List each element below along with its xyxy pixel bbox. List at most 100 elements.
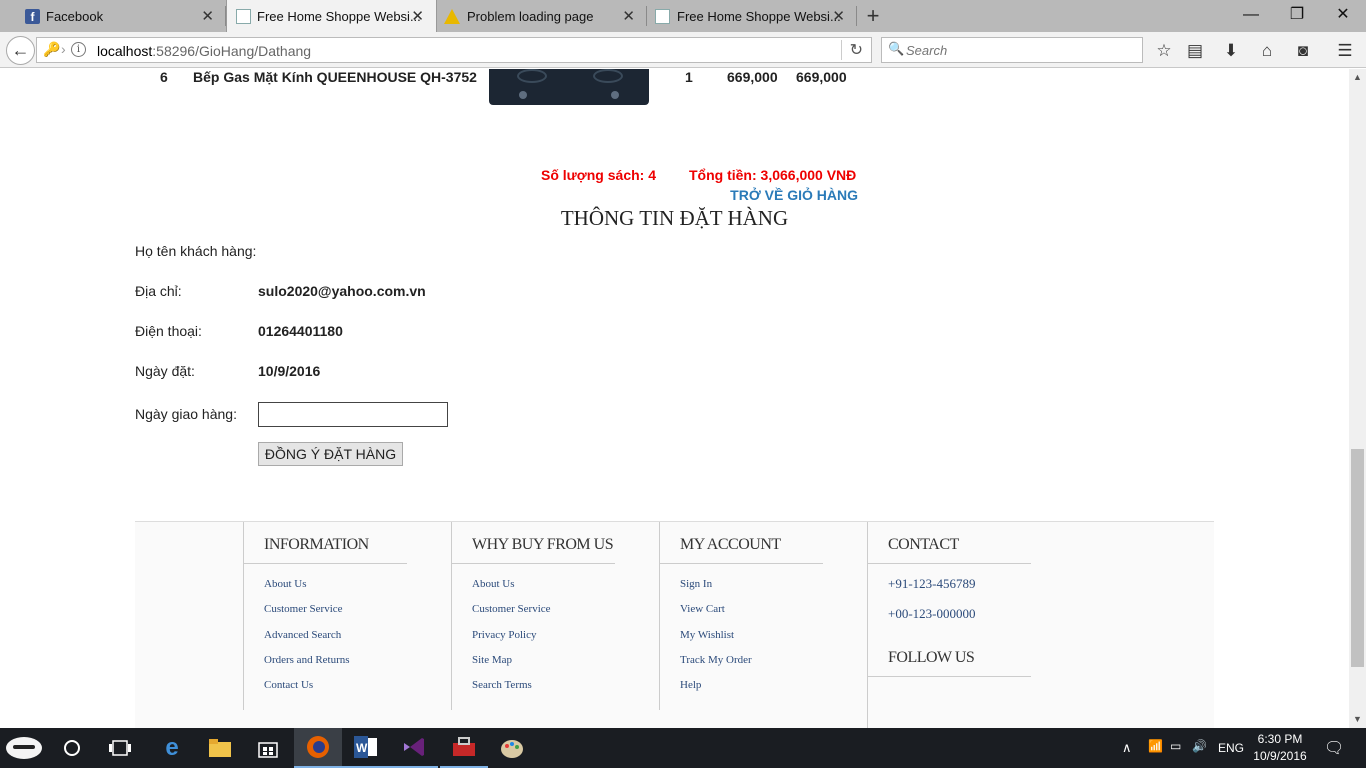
search-circle-icon[interactable]	[48, 728, 96, 768]
windows-taskbar: e W ∧ 📶 ▭ 🔊 ENG 6:30 PM 10/9/2016 🗨	[0, 728, 1366, 768]
address-label: Địa chỉ:	[135, 283, 182, 299]
divider	[868, 676, 1031, 677]
follow-us-heading: FOLLOW US	[888, 649, 975, 666]
footer-link[interactable]: About Us	[472, 578, 551, 603]
footer-link[interactable]: Search Terms	[472, 679, 551, 704]
warning-icon	[444, 9, 460, 24]
footer-link[interactable]: Privacy Policy	[472, 629, 551, 654]
footer-link[interactable]: Customer Service	[472, 603, 551, 628]
contact-phone: +91-123-456789	[888, 576, 976, 591]
volume-icon[interactable]: 🔊	[1192, 739, 1207, 753]
scroll-up-icon[interactable]: ▲	[1349, 69, 1366, 86]
tab-problem-loading[interactable]: Problem loading page ✕	[437, 0, 647, 32]
footer-link[interactable]: Contact Us	[264, 679, 350, 704]
tab-label: Facebook	[46, 8, 104, 24]
delivery-date-input[interactable]	[258, 402, 448, 427]
url-text[interactable]: localhost:58296/GioHang/Dathang	[97, 43, 311, 59]
tab-label: Free Home Shoppe Websi...	[257, 8, 421, 24]
clock-time: 6:30 PM	[1257, 732, 1303, 746]
toolbox-icon[interactable]	[440, 728, 488, 768]
home-icon[interactable]: ⌂	[1255, 40, 1279, 62]
paint-icon[interactable]	[488, 728, 536, 768]
scroll-thumb[interactable]	[1351, 449, 1364, 667]
firefox-icon[interactable]	[294, 728, 342, 768]
footer-link[interactable]: View Cart	[680, 603, 752, 628]
total-amount: Tổng tiền: 3,066,000 VNĐ	[689, 167, 857, 183]
menu-icon[interactable]: ☰	[1333, 40, 1357, 62]
order-info-title: THÔNG TIN ĐẶT HÀNG	[560, 206, 789, 230]
footer-contact: CONTACT +91-123-456789 +00-123-000000 FO…	[867, 522, 1075, 728]
order-date-label: Ngày đặt:	[135, 363, 195, 379]
close-window-button[interactable]: ✕	[1320, 0, 1366, 30]
wifi-icon[interactable]: 📶	[1148, 739, 1163, 753]
footer-heading: WHY BUY FROM US	[472, 536, 614, 553]
tab-facebook[interactable]: f Facebook ✕	[0, 0, 226, 32]
order-date-value: 10/9/2016	[258, 363, 321, 379]
close-icon[interactable]: ✕	[411, 7, 424, 25]
tab-strip: f Facebook ✕ Free Home Shoppe Websi... ✕…	[0, 0, 1366, 32]
reading-list-icon[interactable]: ▤	[1183, 40, 1207, 62]
footer-link[interactable]: Help	[680, 679, 752, 704]
footer-information: INFORMATION About Us Customer Service Ad…	[243, 522, 451, 710]
minimize-button[interactable]: —	[1228, 0, 1274, 30]
footer-link[interactable]: About Us	[264, 578, 350, 603]
key-icon[interactable]: 🔑	[43, 41, 60, 58]
footer-heading: INFORMATION	[264, 536, 369, 553]
footer-link[interactable]: My Wishlist	[680, 629, 752, 654]
item-quantity: 1	[685, 69, 693, 85]
tab-label: Problem loading page	[467, 8, 594, 24]
back-button[interactable]: ←	[6, 36, 35, 65]
store-icon[interactable]	[244, 728, 292, 768]
scroll-down-icon[interactable]: ▼	[1349, 711, 1366, 728]
info-icon[interactable]: i	[71, 42, 86, 57]
visual-studio-icon[interactable]	[390, 728, 438, 768]
start-avatar-icon[interactable]	[0, 728, 48, 768]
chevron-up-icon[interactable]: ∧	[1122, 740, 1132, 756]
restore-button[interactable]: ❐	[1274, 0, 1320, 30]
close-icon[interactable]: ✕	[832, 7, 845, 25]
tab-label: Free Home Shoppe Websi...	[677, 8, 841, 24]
reload-icon[interactable]: ↻	[840, 40, 863, 60]
confirm-order-button[interactable]: ĐỒNG Ý ĐẶT HÀNG	[258, 442, 403, 466]
bookmark-star-icon[interactable]: ☆	[1152, 40, 1176, 62]
footer-link[interactable]: Sign In	[680, 578, 752, 603]
address-value: sulo2020@yahoo.com.vn	[258, 283, 426, 299]
new-tab-button[interactable]: +	[860, 4, 886, 28]
chevron-right-icon: ›	[61, 41, 66, 57]
footer-link[interactable]: Orders and Returns	[264, 654, 350, 679]
notifications-icon[interactable]: 🗨	[1324, 738, 1344, 758]
cart-item-row: 6 Bếp Gas Mặt Kính QUEENHOUSE QH-3752 1 …	[0, 69, 900, 109]
contact-phone: +00-123-000000	[888, 606, 976, 621]
task-view-icon[interactable]	[96, 728, 144, 768]
search-input[interactable]	[906, 40, 1136, 60]
address-bar[interactable]: 🔑 › i localhost:58296/GioHang/Dathang ↻	[36, 37, 872, 63]
close-icon[interactable]: ✕	[201, 7, 214, 25]
page-scrollbar[interactable]: ▲ ▼	[1349, 69, 1366, 728]
system-clock[interactable]: 6:30 PM 10/9/2016	[1250, 731, 1310, 765]
footer-link[interactable]: Track My Order	[680, 654, 752, 679]
tab-free-home-shoppe[interactable]: Free Home Shoppe Websi... ✕	[647, 0, 857, 32]
search-box[interactable]: 🔍	[881, 37, 1143, 63]
burner-shape	[593, 69, 623, 83]
pocket-icon[interactable]: ◙	[1291, 40, 1315, 62]
word-icon[interactable]: W	[342, 728, 390, 768]
footer-link[interactable]: Advanced Search	[264, 629, 350, 654]
tab-free-home-shoppe-active[interactable]: Free Home Shoppe Websi... ✕	[226, 0, 437, 32]
facebook-icon: f	[25, 9, 40, 24]
item-index: 6	[160, 69, 168, 85]
divider	[244, 563, 407, 564]
navigation-bar: 🔑 › i localhost:58296/GioHang/Dathang ↻ …	[0, 32, 1366, 68]
language-indicator[interactable]: ENG	[1218, 741, 1244, 755]
back-to-cart-link[interactable]: TRỞ VỀ GIỎ HÀNG	[730, 187, 858, 203]
footer-link[interactable]: Customer Service	[264, 603, 350, 628]
search-icon: 🔍	[888, 41, 905, 56]
footer-why-buy: WHY BUY FROM US About Us Customer Servic…	[451, 522, 659, 710]
battery-icon[interactable]: ▭	[1170, 739, 1181, 753]
footer-link[interactable]: Site Map	[472, 654, 551, 679]
burner-shape	[517, 69, 547, 83]
close-icon[interactable]: ✕	[622, 7, 635, 25]
phone-label: Điện thoại:	[135, 323, 202, 339]
downloads-icon[interactable]: ⬇	[1219, 40, 1243, 62]
edge-icon[interactable]: e	[148, 728, 196, 768]
file-explorer-icon[interactable]	[196, 728, 244, 768]
